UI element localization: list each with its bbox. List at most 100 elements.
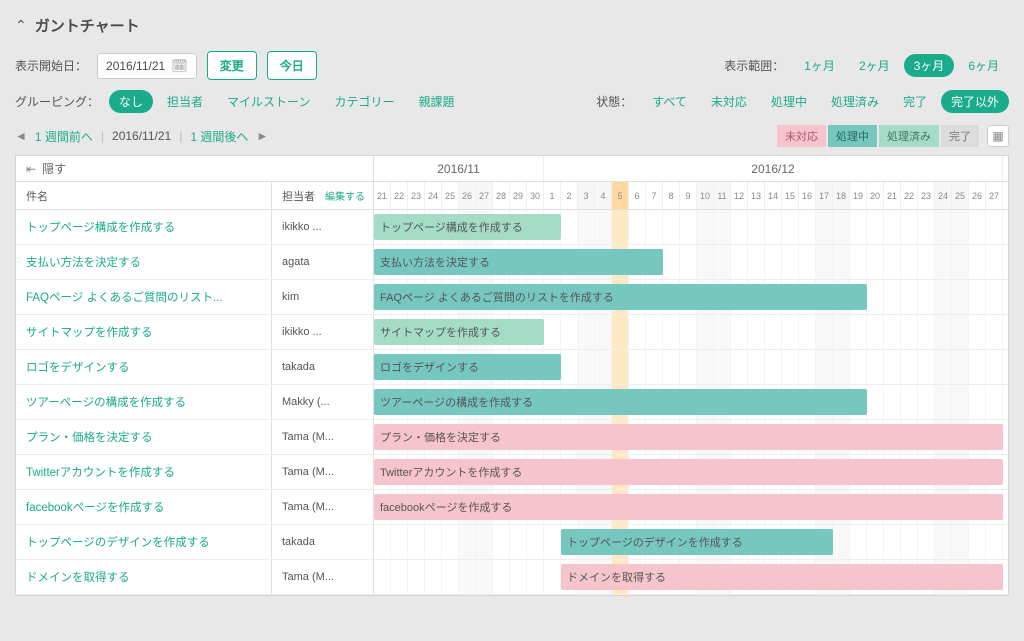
task-assignee: kim — [272, 280, 374, 314]
legend-gray: 完了 — [941, 125, 979, 147]
pill-完了以外[interactable]: 完了以外 — [941, 90, 1009, 113]
legend-mint: 処理済み — [879, 125, 939, 147]
day-header: 3 — [578, 182, 595, 209]
task-bar[interactable]: プラン・価格を決定する — [374, 424, 1003, 450]
task-timeline: 支払い方法を決定する — [374, 245, 1008, 279]
task-bar[interactable]: トップページ構成を作成する — [374, 214, 561, 240]
day-header: 27 — [476, 182, 493, 209]
task-timeline: facebookページを作成する — [374, 490, 1008, 524]
task-bar[interactable]: サイトマップを作成する — [374, 319, 544, 345]
day-header: 18 — [833, 182, 850, 209]
today-button[interactable]: 今日 — [267, 51, 317, 80]
day-header: 8 — [663, 182, 680, 209]
range-pills: 1ヶ月2ヶ月3ヶ月6ヶ月 — [794, 54, 1009, 77]
task-row: FAQページ よくあるご質問のリスト...kimFAQページ よくあるご質問のリ… — [16, 280, 1008, 315]
task-bar[interactable]: ロゴをデザインする — [374, 354, 561, 380]
change-button[interactable]: 変更 — [207, 51, 257, 80]
pill-2ヶ月[interactable]: 2ヶ月 — [849, 54, 900, 77]
task-row: Twitterアカウントを作成するTama (M...Twitterアカウントを… — [16, 455, 1008, 490]
collapse-icon[interactable]: ⌃ — [15, 17, 27, 34]
task-subject-link[interactable]: facebookページを作成する — [16, 490, 272, 524]
pill-完了[interactable]: 完了 — [893, 90, 937, 113]
pill-カテゴリー[interactable]: カテゴリー — [324, 90, 404, 113]
task-timeline: サイトマップを作成する — [374, 315, 1008, 349]
task-bar[interactable]: ドメインを取得する — [561, 564, 1003, 590]
day-header: 21 — [374, 182, 391, 209]
pill-親課題[interactable]: 親課題 — [408, 90, 464, 113]
pill-6ヶ月[interactable]: 6ヶ月 — [958, 54, 1009, 77]
pill-すべて[interactable]: すべて — [642, 90, 697, 113]
grid-settings-icon[interactable]: ▦ — [987, 125, 1009, 147]
task-timeline: トップページのデザインを作成する — [374, 525, 1008, 559]
day-header: 15 — [782, 182, 799, 209]
task-bar[interactable]: 支払い方法を決定する — [374, 249, 663, 275]
start-date-label: 表示開始日： — [15, 57, 87, 74]
task-subject-link[interactable]: サイトマップを作成する — [16, 315, 272, 349]
nav-current-date: 2016/11/21 — [112, 129, 171, 143]
task-subject-link[interactable]: プラン・価格を決定する — [16, 420, 272, 454]
day-header: 16 — [799, 182, 816, 209]
task-bar[interactable]: Twitterアカウントを作成する — [374, 459, 1003, 485]
day-header: 26 — [459, 182, 476, 209]
task-subject-link[interactable]: ツアーページの構成を作成する — [16, 385, 272, 419]
pill-担当者[interactable]: 担当者 — [157, 90, 213, 113]
task-subject-link[interactable]: トップページのデザインを作成する — [16, 525, 272, 559]
hide-label[interactable]: 隠す — [42, 160, 66, 177]
day-header: 4 — [595, 182, 612, 209]
start-date-input[interactable]: 2016/11/21 🗓 — [97, 53, 197, 79]
task-subject-link[interactable]: ドメインを取得する — [16, 560, 272, 594]
day-header: 25 — [952, 182, 969, 209]
task-row: トップページのデザインを作成するtakadaトップページのデザインを作成する — [16, 525, 1008, 560]
pill-未対応[interactable]: 未対応 — [701, 90, 757, 113]
day-header: 9 — [680, 182, 697, 209]
day-header: 21 — [884, 182, 901, 209]
day-header: 13 — [748, 182, 765, 209]
day-header: 5 — [612, 182, 629, 209]
task-timeline: トップページ構成を作成する — [374, 210, 1008, 244]
task-subject-link[interactable]: ロゴをデザインする — [16, 350, 272, 384]
header: ⌃ ガントチャート 表示開始日： 2016/11/21 🗓 変更 今日 表示範囲… — [15, 15, 1009, 113]
task-subject-link[interactable]: FAQページ よくあるご質問のリスト... — [16, 280, 272, 314]
day-header: 26 — [969, 182, 986, 209]
nav-prev-arrow-icon[interactable]: ◄ — [15, 129, 27, 143]
task-bar[interactable]: facebookページを作成する — [374, 494, 1003, 520]
collapse-left-icon[interactable]: ⇤ — [26, 162, 36, 176]
task-assignee: ikikko ... — [272, 210, 374, 244]
task-row: ロゴをデザインするtakadaロゴをデザインする — [16, 350, 1008, 385]
day-header: 25 — [442, 182, 459, 209]
task-bar[interactable]: ツアーページの構成を作成する — [374, 389, 867, 415]
pill-処理中[interactable]: 処理中 — [761, 90, 817, 113]
pill-処理済み[interactable]: 処理済み — [821, 90, 889, 113]
pill-なし[interactable]: なし — [109, 90, 153, 113]
pill-マイルストーン[interactable]: マイルストーン — [217, 90, 320, 113]
task-bar[interactable]: トップページのデザインを作成する — [561, 529, 833, 555]
legend-pink: 未対応 — [777, 125, 826, 147]
task-subject-link[interactable]: Twitterアカウントを作成する — [16, 455, 272, 489]
day-header: 22 — [901, 182, 918, 209]
nav-prev-link[interactable]: 1 週間前へ — [35, 128, 93, 145]
day-header: 23 — [408, 182, 425, 209]
task-subject-link[interactable]: 支払い方法を決定する — [16, 245, 272, 279]
task-assignee: Makky (... — [272, 385, 374, 419]
task-bar[interactable]: FAQページ よくあるご質問のリストを作成する — [374, 284, 867, 310]
day-header: 30 — [527, 182, 544, 209]
nav-row: ◄ 1 週間前へ | 2016/11/21 | 1 週間後へ ► 未対応 処理中… — [15, 125, 1009, 147]
page-title: ガントチャート — [35, 15, 140, 36]
task-timeline: ロゴをデザインする — [374, 350, 1008, 384]
status-label: 状態： — [596, 93, 632, 110]
status-pills: すべて未対応処理中処理済み完了完了以外 — [642, 90, 1009, 113]
day-header: 24 — [425, 182, 442, 209]
day-header: 17 — [816, 182, 833, 209]
day-header: 1 — [544, 182, 561, 209]
day-header: 12 — [731, 182, 748, 209]
edit-columns-link[interactable]: 編集する — [325, 188, 365, 203]
task-assignee: Tama (M... — [272, 490, 374, 524]
month-header: 2016/11 — [374, 156, 544, 181]
day-header: 29 — [510, 182, 527, 209]
pill-3ヶ月[interactable]: 3ヶ月 — [904, 54, 955, 77]
nav-next-link[interactable]: 1 週間後へ — [190, 128, 248, 145]
nav-next-arrow-icon[interactable]: ► — [256, 129, 268, 143]
pill-1ヶ月[interactable]: 1ヶ月 — [794, 54, 845, 77]
task-subject-link[interactable]: トップページ構成を作成する — [16, 210, 272, 244]
col-assignee-header: 担当者 編集する — [272, 182, 374, 209]
